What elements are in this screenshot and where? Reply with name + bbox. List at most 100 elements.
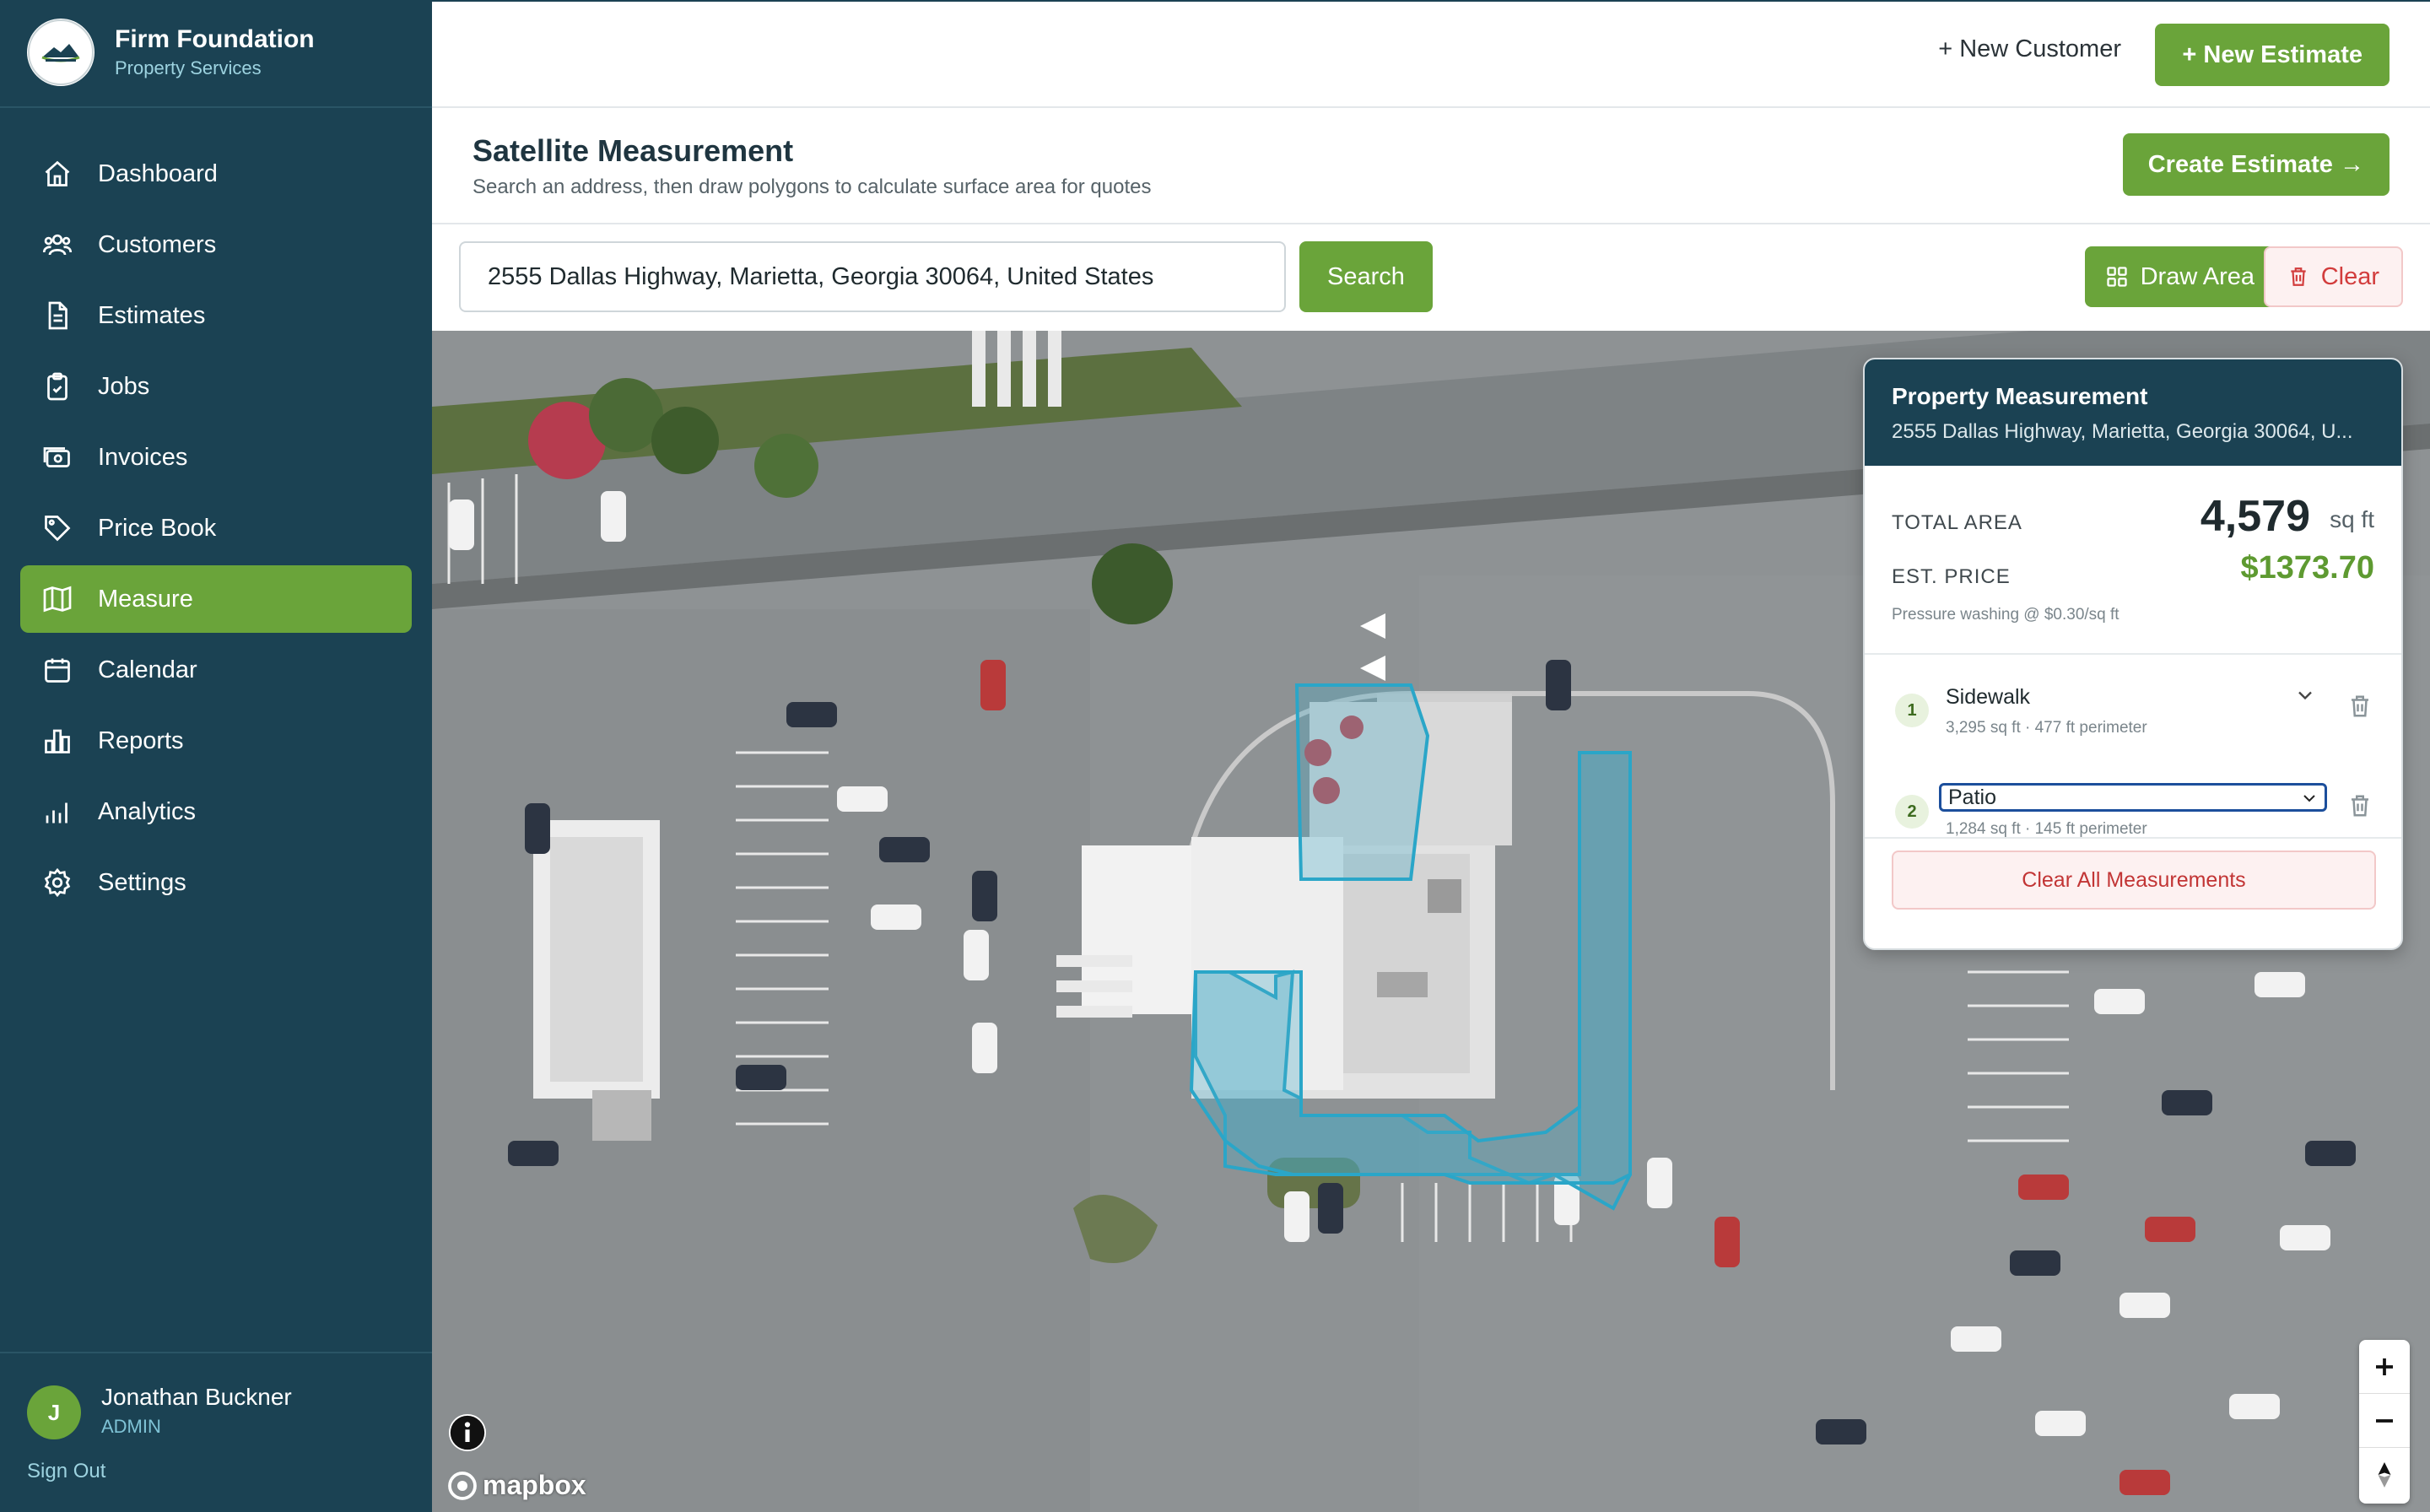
- clear-label: Clear: [2320, 262, 2379, 290]
- sign-out-link[interactable]: Sign Out: [27, 1460, 105, 1483]
- sidebar-item-label: Analytics: [98, 797, 197, 825]
- user-name: Jonathan Buckner: [101, 1384, 292, 1410]
- sidebar-item-label: Dashboard: [98, 159, 218, 187]
- sidebar-item-measure[interactable]: Measure: [20, 565, 412, 633]
- sidebar-item-customers[interactable]: Customers: [20, 211, 412, 278]
- home-icon: [40, 157, 74, 191]
- panel-address: 2555 Dallas Highway, Marietta, Georgia 3…: [1892, 420, 2353, 443]
- draw-area-button[interactable]: Draw Area: [2084, 246, 2275, 307]
- est-price-value: $1373.70: [2240, 550, 2375, 586]
- tag-icon: [40, 511, 74, 545]
- bar-chart-icon: [40, 724, 74, 758]
- clear-all-measurements-button[interactable]: Clear All Measurements: [1892, 850, 2376, 910]
- create-estimate-button[interactable]: Create Estimate →: [2122, 133, 2390, 196]
- total-area-unit: sq ft: [2330, 506, 2374, 532]
- measurement-panel: Property Measurement 2555 Dallas Highway…: [1863, 358, 2403, 950]
- analytics-icon: [40, 795, 74, 829]
- new-estimate-button[interactable]: + New Estimate: [2155, 24, 2390, 86]
- sidebar-item-label: Measure: [98, 585, 193, 613]
- avatar[interactable]: J: [27, 1385, 81, 1439]
- clear-button[interactable]: Clear: [2263, 246, 2403, 307]
- sidebar-item-dashboard[interactable]: Dashboard: [20, 140, 412, 208]
- cash-icon: [40, 440, 74, 474]
- sidebar-nav: Dashboard Customers Estimates Jobs Invoi…: [20, 140, 412, 920]
- sidebar-item-analytics[interactable]: Analytics: [20, 778, 412, 845]
- sidebar-item-label: Price Book: [98, 514, 217, 542]
- address-search-input[interactable]: [459, 241, 1286, 312]
- new-customer-button[interactable]: + New Customer: [1938, 35, 2121, 63]
- draw-area-label: Draw Area: [2140, 262, 2254, 290]
- sidebar-item-label: Estimates: [98, 301, 206, 329]
- total-area-value: 4,579: [2200, 492, 2310, 541]
- measurement-detail: 1,284 sq ft · 145 ft perimeter: [1946, 820, 2147, 838]
- sidebar-item-label: Settings: [98, 868, 186, 896]
- zoom-out-button[interactable]: [2359, 1394, 2410, 1448]
- sidebar-item-label: Invoices: [98, 443, 188, 471]
- map-info-button[interactable]: [449, 1414, 486, 1451]
- measurement-name: Sidewalk: [1946, 685, 2031, 709]
- grid-icon: [2106, 267, 2127, 287]
- measurement-name-select[interactable]: Patio: [1939, 783, 2327, 812]
- users-icon: [40, 228, 74, 262]
- minus-icon: [2376, 1418, 2393, 1423]
- patio-polygon: [1294, 683, 1430, 881]
- sidebar: Firm Foundation Property Services Dashbo…: [0, 0, 432, 1512]
- sidebar-item-estimates[interactable]: Estimates: [20, 282, 412, 349]
- sidebar-item-calendar[interactable]: Calendar: [20, 636, 412, 704]
- search-button[interactable]: Search: [1299, 241, 1433, 312]
- total-area-label: TOTAL AREA: [1892, 511, 2022, 534]
- clipboard-icon: [40, 370, 74, 403]
- measurement-number: 1: [1895, 694, 1929, 727]
- brand-header: Firm Foundation Property Services: [0, 0, 432, 108]
- mapbox-logo-icon: [448, 1471, 477, 1500]
- mapbox-label: mapbox: [483, 1470, 586, 1500]
- sidebar-item-settings[interactable]: Settings: [20, 849, 412, 916]
- brand-name: Firm Foundation: [115, 25, 315, 53]
- trash-icon[interactable]: [2347, 793, 2373, 818]
- panel-header: Property Measurement 2555 Dallas Highway…: [1865, 359, 2401, 466]
- top-bar: + New Customer + New Estimate: [432, 0, 2430, 108]
- calendar-icon: [40, 653, 74, 687]
- divider: [1865, 653, 2401, 655]
- trash-icon[interactable]: [2347, 694, 2373, 719]
- sidebar-item-label: Customers: [98, 230, 217, 258]
- gear-icon: [40, 866, 74, 899]
- sidebar-item-jobs[interactable]: Jobs: [20, 353, 412, 420]
- document-icon: [40, 299, 74, 332]
- zoom-controls: [2359, 1340, 2410, 1504]
- panel-body: TOTAL AREA 4,579 sq ft EST. PRICE $1373.…: [1865, 466, 2401, 948]
- trash-icon: [2291, 267, 2306, 286]
- divider: [1865, 837, 2401, 839]
- sidebar-item-invoices[interactable]: Invoices: [20, 424, 412, 491]
- sidebar-item-label: Jobs: [98, 372, 150, 400]
- page-title: Satellite Measurement: [472, 133, 794, 168]
- user-role: ADMIN: [101, 1416, 161, 1437]
- chevron-down-icon: [2303, 795, 2315, 802]
- measurement-detail: 3,295 sq ft · 477 ft perimeter: [1946, 719, 2147, 737]
- compass-icon: [2378, 1462, 2391, 1488]
- search-toolbar: Search Draw Area Clear: [432, 224, 2430, 331]
- measurement-item[interactable]: 1 Sidewalk 3,295 sq ft · 477 ft perimete…: [1865, 658, 2401, 759]
- chevron-down-icon[interactable]: [2293, 683, 2317, 707]
- sidebar-item-reports[interactable]: Reports: [20, 707, 412, 775]
- sidebar-item-price-book[interactable]: Price Book: [20, 494, 412, 562]
- measurement-name: Patio: [1948, 785, 1996, 809]
- measurement-item[interactable]: 2 Patio 1,284 sq ft · 145 ft perimeter: [1865, 758, 2401, 859]
- plus-icon: [2376, 1358, 2393, 1375]
- page-subtitle: Search an address, then draw polygons to…: [472, 176, 1152, 198]
- measurement-number: 2: [1895, 795, 1929, 829]
- brand-subtitle: Property Services: [115, 57, 262, 78]
- page-header: Satellite Measurement Search an address,…: [432, 108, 2430, 224]
- sidebar-item-label: Reports: [98, 726, 184, 754]
- info-icon: [450, 1415, 485, 1450]
- company-logo[interactable]: [27, 19, 94, 86]
- mapbox-attribution[interactable]: mapbox: [447, 1470, 586, 1501]
- zoom-in-button[interactable]: [2359, 1340, 2410, 1394]
- compass-button[interactable]: [2359, 1448, 2410, 1502]
- price-rate-note: Pressure washing @ $0.30/sq ft: [1892, 606, 2120, 624]
- user-profile: J Jonathan Buckner ADMIN Sign Out: [0, 1352, 432, 1512]
- sidebar-item-label: Calendar: [98, 656, 197, 683]
- panel-title: Property Measurement: [1892, 383, 2148, 409]
- est-price-label: EST. PRICE: [1892, 565, 2011, 588]
- map-icon: [40, 582, 74, 616]
